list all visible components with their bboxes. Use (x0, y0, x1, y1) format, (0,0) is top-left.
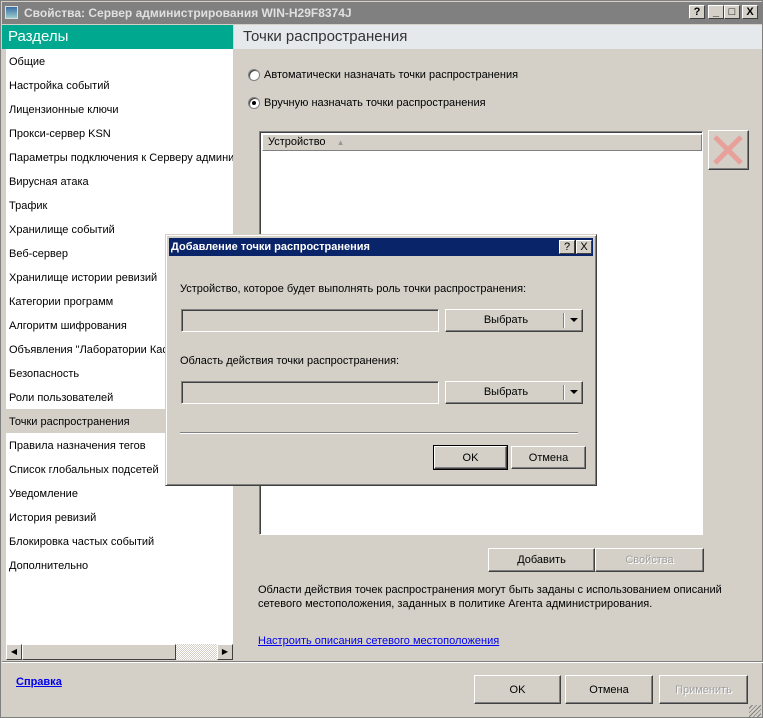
scroll-right-arrow-icon[interactable]: ▶ (217, 644, 233, 660)
dialog-ok-button[interactable]: OK (433, 445, 508, 470)
configure-network-location-link[interactable]: Настроить описания сетевого местоположен… (258, 635, 499, 647)
dropdown-arrow-icon[interactable] (570, 318, 578, 322)
info-text-line2: сетевого местоположения, заданных в поли… (258, 598, 653, 610)
scope-select-button[interactable]: Выбрать (445, 381, 583, 404)
delete-x-icon (713, 135, 743, 165)
properties-button[interactable]: Свойства (595, 548, 704, 572)
help-title-button[interactable]: ? (689, 5, 705, 19)
device-field[interactable] (181, 309, 439, 332)
device-select-button[interactable]: Выбрать (445, 309, 583, 332)
help-link[interactable]: Справка (16, 676, 62, 688)
scroll-left-arrow-icon[interactable]: ◀ (6, 644, 22, 660)
scroll-track[interactable] (176, 644, 217, 660)
sidebar-item[interactable]: Настройка событий (6, 73, 233, 97)
sidebar-item[interactable]: Общие (6, 49, 233, 73)
dialog-close-button[interactable]: X (576, 240, 592, 254)
cancel-button[interactable]: Отмена (565, 675, 653, 704)
app-icon (5, 6, 18, 19)
horizontal-scrollbar[interactable]: ◀ ▶ (6, 644, 233, 660)
apply-button[interactable]: Применить (659, 675, 748, 704)
sort-ascending-icon: ▲ (336, 138, 345, 147)
scope-label: Область действия точки распространения: (180, 355, 400, 367)
resize-grip-icon[interactable] (749, 705, 761, 717)
add-button[interactable]: Добавить (488, 548, 595, 572)
close-button[interactable]: X (742, 5, 758, 19)
sidebar-item[interactable]: Блокировка частых событий (6, 529, 233, 553)
dialog-separator (180, 432, 578, 433)
sidebar-item[interactable]: Параметры подключения к Серверу админист… (6, 145, 233, 169)
device-label: Устройство, которое будет выполнять роль… (180, 283, 527, 295)
dialog-help-button[interactable]: ? (559, 240, 575, 254)
scroll-thumb[interactable] (22, 644, 176, 660)
radio-manual[interactable] (248, 97, 260, 109)
info-text-line1: Области действия точек распространения м… (258, 584, 722, 596)
maximize-button[interactable]: □ (724, 5, 740, 19)
sidebar-item[interactable]: Дополнительно (6, 553, 233, 577)
minimize-button[interactable]: _ (708, 5, 724, 19)
sidebar-item[interactable]: Трафик (6, 193, 233, 217)
radio-auto-label[interactable]: Автоматически назначать точки распростра… (264, 69, 518, 81)
device-select-label: Выбрать (483, 314, 529, 326)
dialog-cancel-button[interactable]: Отмена (511, 446, 586, 469)
pane-title: Точки распространения (234, 25, 762, 49)
radio-manual-label[interactable]: Вручную назначать точки распространения (264, 97, 486, 109)
scope-field[interactable] (181, 381, 439, 404)
sidebar-item[interactable]: Вирусная атака (6, 169, 233, 193)
ok-button[interactable]: OK (474, 675, 561, 704)
delete-button[interactable] (708, 130, 749, 170)
sidebar-item[interactable]: Лицензионные ключи (6, 97, 233, 121)
dialog-title: Добавление точки распространения (169, 238, 593, 256)
add-distribution-point-dialog: Добавление точки распространения ? X Уст… (165, 234, 597, 486)
footer-divider (2, 661, 763, 662)
column-header-device[interactable]: Устройство ▲ (262, 134, 702, 151)
sections-header: Разделы (2, 25, 233, 49)
sidebar-item[interactable]: Прокси-сервер KSN (6, 121, 233, 145)
window-title: Свойства: Сервер администрирования WIN-H… (2, 2, 763, 24)
radio-auto[interactable] (248, 69, 260, 81)
scope-select-label: Выбрать (483, 386, 529, 398)
dropdown-arrow-icon[interactable] (570, 390, 578, 394)
column-header-label: Устройство (268, 136, 326, 148)
sidebar-item[interactable]: История ревизий (6, 505, 233, 529)
